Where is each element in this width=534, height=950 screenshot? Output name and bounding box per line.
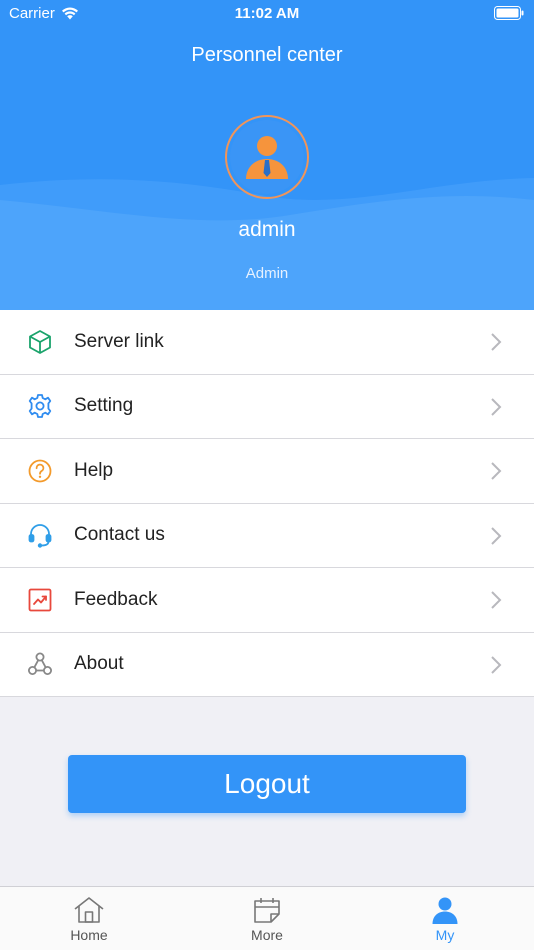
user-avatar-icon [246,136,288,179]
menu-item-help[interactable]: Help [0,439,534,504]
tab-bar: Home More My [0,886,534,950]
user-name: admin [238,218,296,241]
avatar-circle [230,120,304,194]
status-bar: Carrier 11:02 AM [0,0,534,28]
status-time: 11:02 AM [234,5,300,22]
chevron-right-icon [491,591,502,609]
chevron-right-icon [491,655,502,674]
calendar-icon [254,898,280,923]
chevron-right-icon [491,333,502,351]
tab-label: More [251,927,283,943]
home-icon [74,897,104,923]
menu-label: Help [74,459,114,481]
chevron-right-icon [491,462,502,480]
tab-home[interactable]: Home [0,887,178,950]
avatar[interactable] [225,115,309,199]
battery-icon [494,6,524,20]
headset-icon [28,524,52,548]
page-title: Personnel center [191,44,343,66]
logout-button[interactable]: Logout [68,755,466,813]
user-role: Admin [245,265,289,282]
trend-chart-icon [28,588,52,612]
menu-list: Server link Setting Help Contact us Feed… [0,310,534,697]
question-icon [28,459,52,483]
menu-label: Feedback [74,588,158,610]
tab-my[interactable]: My [356,887,534,950]
menu-item-setting[interactable]: Setting [0,374,534,439]
cube-icon [29,329,51,354]
menu-item-contact-us[interactable]: Contact us [0,503,534,568]
menu-label: Setting [74,395,134,417]
menu-item-server-link[interactable]: Server link [0,310,534,375]
menu-label: Server link [74,330,164,352]
menu-item-feedback[interactable]: Feedback [0,568,534,633]
tab-more[interactable]: More [178,887,356,950]
gear-icon [28,394,52,419]
menu-item-about[interactable]: About [0,632,534,697]
nodes-icon [28,652,52,676]
tab-label: My [435,927,455,943]
tab-label: Home [70,927,108,943]
chevron-right-icon [491,526,502,545]
person-icon [432,897,458,924]
menu-label: Contact us [74,524,165,546]
profile-header: Carrier 11:02 AM Personnel center admin … [0,0,534,310]
menu-label: About [74,653,124,675]
chevron-right-icon [491,397,502,416]
